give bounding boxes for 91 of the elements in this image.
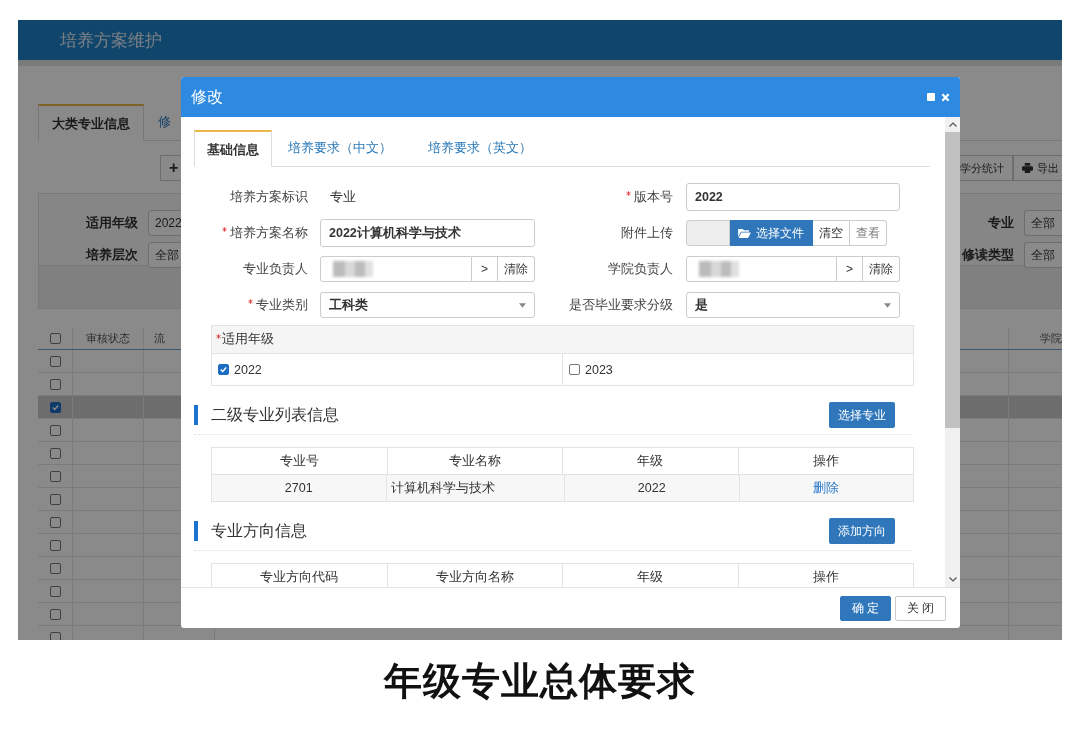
checkbox[interactable] (49, 447, 61, 459)
tab[interactable]: 基础信息 (194, 130, 272, 167)
checkbox[interactable] (49, 332, 61, 344)
tab[interactable]: 培养要求（中文） (272, 130, 410, 166)
checkbox[interactable] (49, 424, 61, 436)
table-cell: 计算机科学与技术 (386, 475, 565, 501)
checkbox[interactable] (49, 516, 61, 528)
scroll-thumb[interactable] (945, 132, 960, 428)
field-label: 学院负责人 (608, 260, 673, 278)
field-label: 附件上传 (621, 224, 673, 242)
column-header: 专业方向代码 (212, 564, 388, 587)
choose-file-button[interactable]: 选择文件 (730, 220, 813, 246)
pick-button[interactable]: > (472, 256, 498, 282)
scroll-up-icon[interactable] (948, 122, 957, 127)
checkbox[interactable] (49, 539, 61, 551)
caret-icon (519, 302, 526, 308)
checkbox[interactable] (569, 364, 580, 375)
checkbox[interactable] (49, 608, 61, 620)
person-field[interactable] (686, 256, 837, 282)
filter-label: 修读类型 (962, 246, 1014, 264)
filter-label: 适用年级 (85, 214, 138, 232)
select-field[interactable]: 是 (686, 292, 900, 318)
blurred-name (699, 261, 739, 277)
column-header: 学院 (1039, 330, 1062, 346)
column-header: 操作 (811, 452, 840, 470)
section-marker (194, 521, 198, 541)
table-cell: 2701 (212, 475, 387, 501)
person-field[interactable] (320, 256, 472, 282)
field-label: 专业类别 (256, 296, 308, 314)
checkbox[interactable] (218, 364, 229, 375)
table-cell: 2022 (565, 475, 740, 501)
tab[interactable]: 修 (144, 104, 179, 140)
caption: 年级专业总体要求 (382, 659, 697, 704)
column-header: 审核状态 (73, 327, 144, 349)
column-header: 操作 (811, 568, 840, 586)
clear-button[interactable]: 清除 (498, 256, 535, 282)
checkbox[interactable] (49, 562, 61, 574)
column-header: 流 (154, 330, 165, 346)
column-header: 专业号 (212, 448, 388, 474)
filter-select[interactable]: 全部 (1024, 242, 1062, 268)
section-title: 二级专业列表信息 (211, 404, 340, 425)
column-header: 专业方向名称 (387, 564, 563, 587)
field-label: 版本号 (634, 188, 673, 206)
scroll-down-icon[interactable] (948, 577, 957, 582)
checkbox[interactable] (49, 378, 61, 390)
confirm-button[interactable]: 确 定 (839, 595, 891, 621)
tab[interactable]: 培养要求（英文） (410, 130, 550, 166)
field-label: 专业负责人 (243, 260, 308, 278)
folder-icon (738, 228, 751, 238)
input-field[interactable]: 2022计算机科学与技术 (320, 219, 535, 247)
column-header: 年级 (563, 448, 739, 474)
file-field[interactable] (686, 220, 730, 246)
printer-icon (1022, 163, 1034, 173)
filter-select[interactable]: 全部 (1024, 210, 1062, 236)
section-title: 专业方向信息 (211, 520, 308, 541)
checkbox[interactable] (49, 401, 61, 413)
section-button[interactable]: 选择专业 (829, 402, 895, 428)
section-button[interactable]: 添加方向 (829, 518, 895, 544)
checkbox-label: 2022 (234, 362, 262, 377)
checkbox[interactable] (49, 470, 61, 482)
caret-icon (884, 302, 891, 308)
clear-button[interactable]: 清除 (863, 256, 900, 282)
field-label: 是否毕业要求分级 (569, 296, 673, 314)
dialog-title: 修改 (191, 86, 223, 107)
field-label: 培养方案标识 (230, 188, 308, 206)
blurred-name (333, 261, 373, 277)
pick-button[interactable]: > (837, 256, 863, 282)
column-header: 专业名称 (387, 448, 563, 474)
field-label: 培养方案名称 (230, 224, 308, 242)
delete-link[interactable]: 删除 (813, 479, 840, 497)
section-marker (194, 405, 198, 425)
filter-label: 专业 (988, 214, 1014, 232)
grade-label: 适用年级 (222, 331, 274, 348)
export-button[interactable]: 导出 (1013, 155, 1062, 181)
app-title: 培养方案维护 (60, 29, 162, 52)
filter-label: 培养层次 (84, 246, 138, 264)
checkbox[interactable] (49, 355, 61, 367)
input-field[interactable]: 2022 (686, 183, 900, 211)
close-button[interactable]: 关 闭 (894, 595, 946, 621)
checkbox[interactable] (49, 493, 61, 505)
close-icon[interactable] (941, 92, 950, 102)
file-action-button[interactable]: 查看 (850, 220, 887, 246)
tab[interactable]: 大类专业信息 (38, 104, 144, 141)
scrollbar[interactable] (945, 117, 960, 587)
column-header: 年级 (563, 564, 739, 587)
checkbox[interactable] (49, 631, 61, 640)
select-field[interactable]: 工科类 (320, 292, 535, 318)
field-value: 专业 (329, 188, 356, 206)
file-action-button[interactable]: 清空 (813, 220, 850, 246)
checkbox-label: 2023 (585, 362, 613, 377)
checkbox[interactable] (49, 585, 61, 597)
